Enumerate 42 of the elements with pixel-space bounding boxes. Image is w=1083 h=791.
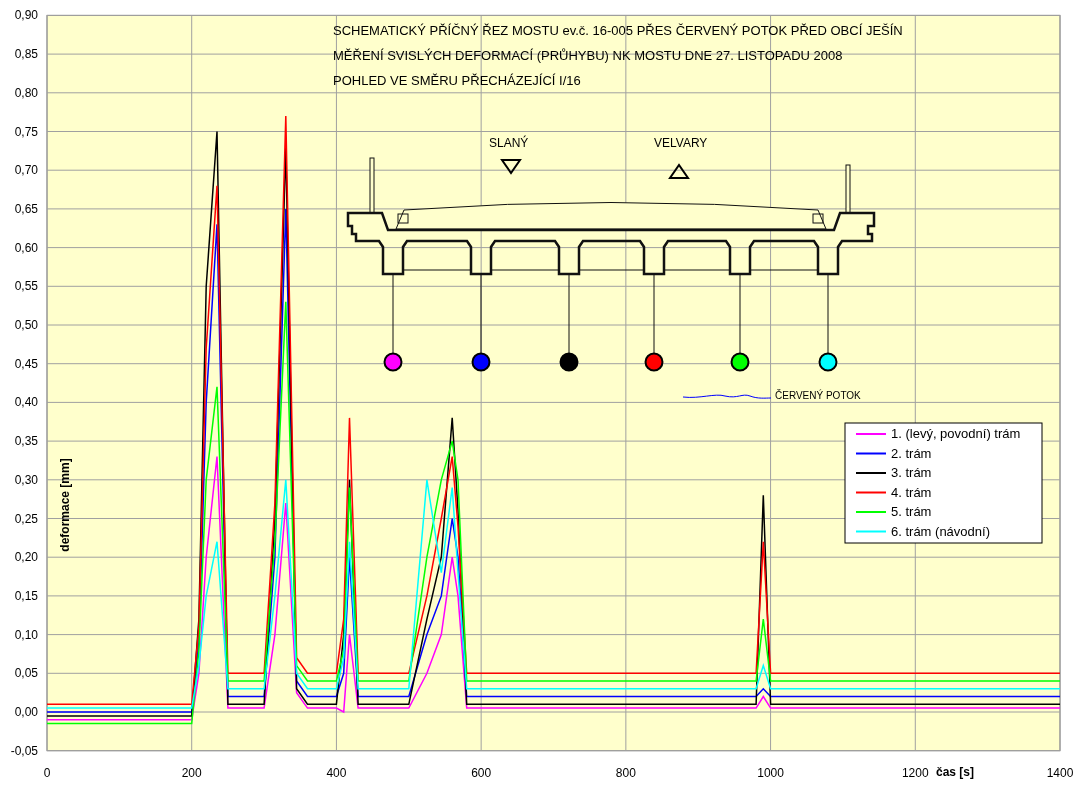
stream-label: ČERVENÝ POTOK [775,390,861,401]
chart-title: POHLED VE SMĚRU PŘECHÁZEJÍCÍ I/16 [333,73,581,88]
axis-tick-label: 0,75 [14,124,38,139]
direction-label: VELVARY [654,136,708,150]
axis-tick-label: 0,25 [14,511,38,526]
axis-tick-label: 200 [181,766,202,780]
legend-label: 1. (levý, povodní) trám [891,426,1021,441]
axis-tick-label: 1000 [757,766,784,780]
axis-tick-label: 0,50 [14,318,38,332]
axis-tick-label: 0,05 [14,666,38,681]
axis-tick-label: 1200 [901,766,929,780]
x-axis-title: čas [s] [936,765,974,779]
axis-tick-label: 0,70 [14,163,38,178]
axis-tick-label: 1400 [1046,766,1074,780]
axis-tick-label: 0,45 [14,356,38,371]
axis-tick-label: 0,30 [14,472,38,487]
legend-label: 5. trám [891,504,932,519]
axis-tick-label: 400 [326,766,347,780]
y-axis-title: deformace [mm] [58,458,72,552]
axis-tick-label: 0,00 [14,705,38,719]
axis-tick-label: 0,35 [14,434,38,449]
axis-tick-label: 0,40 [14,395,38,410]
axis-tick-label: 600 [471,766,492,780]
axis-tick-label: 0,90 [14,8,38,23]
legend-label: 3. trám [891,465,932,480]
axis-tick-label: 0,65 [14,201,38,216]
axis-tick-label: 0,20 [14,550,38,565]
axis-tick-label: 0,55 [14,279,38,294]
axis-tick-label: 0,80 [14,85,38,100]
chart-title: MĚŘENÍ SVISLÝCH DEFORMACÍ (PRŮHYBU) NK MOSTU DNE 27. LISTOPADU 2008 [333,48,843,63]
axis-tick-label: -0,05 [10,743,38,758]
axis-tick-label: 0,10 [14,627,38,642]
chart-title: SCHEMATICKÝ PŘÍČNÝ ŘEZ MOSTU ev.č. 16-005 PŘES ČERVENÝ POTOK PŘED OBCÍ JEŠÍN [333,23,903,38]
direction-label: SLANÝ [489,136,529,150]
axis-tick-label: 800 [615,766,636,780]
axis-tick-label: 0,60 [14,240,38,255]
axis-tick-label: 0,15 [14,588,38,603]
legend-label: 2. trám [891,445,932,461]
legend-label: 6. trám (návodní) [891,523,990,539]
axis-tick-label: 0 [43,766,51,780]
axis-tick-label: 0,85 [14,47,38,62]
legend-label: 4. trám [891,484,932,500]
